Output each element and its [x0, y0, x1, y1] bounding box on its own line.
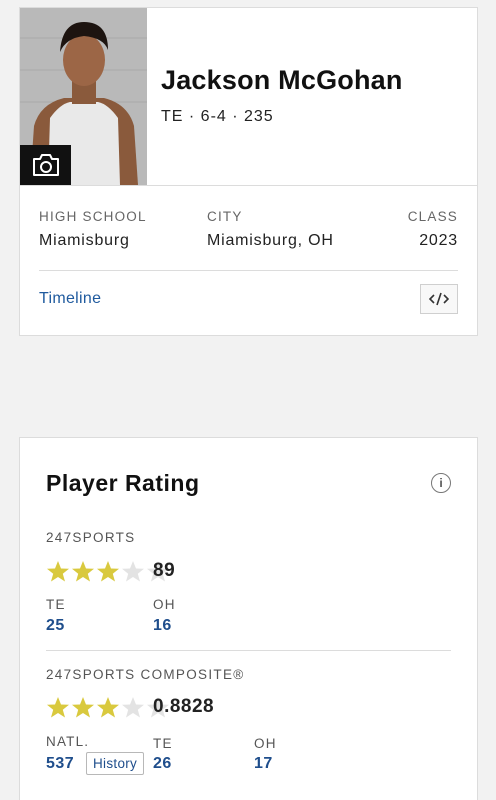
star-filled-icon: [47, 561, 69, 582]
player-position-size: TE · 6-4 · 235: [161, 108, 274, 125]
city-value: Miamisburg, OH: [207, 232, 334, 249]
player-rating-card: Player Rating i 247SPORTS 89 TE 25 OH 16…: [19, 437, 478, 800]
divider: [39, 270, 458, 271]
rating-title: Player Rating: [46, 470, 200, 496]
star-filled-icon: [97, 697, 119, 718]
photo-gallery-button[interactable]: [20, 145, 71, 185]
composite-rank-label: OH: [254, 736, 277, 751]
player-photo: [20, 8, 147, 185]
class-value: 2023: [419, 232, 458, 249]
star-filled-icon: [97, 561, 119, 582]
high-school-value: Miamisburg: [39, 232, 130, 249]
city-info: CITY Miamisburg, OH: [207, 209, 334, 250]
sports247-rank-value[interactable]: 25: [46, 617, 65, 635]
camera-icon: [32, 154, 59, 176]
composite-stars: [46, 696, 170, 718]
sports247-rank-value[interactable]: 16: [153, 617, 172, 635]
high-school-info: HIGH SCHOOL Miamisburg: [39, 209, 147, 250]
class-info: CLASS 2023: [408, 209, 458, 250]
divider: [46, 650, 451, 651]
player-name: Jackson McGohan: [161, 65, 403, 95]
star-empty-icon: [122, 561, 144, 582]
sports247-score: 89: [153, 560, 176, 581]
player-profile-card: Jackson McGohan TE · 6-4 · 235 HIGH SCHO…: [19, 7, 478, 336]
code-embed-icon: [429, 292, 449, 306]
composite-rank-value[interactable]: 17: [254, 755, 273, 773]
history-button[interactable]: History: [86, 752, 145, 775]
composite-rank-value[interactable]: 26: [153, 755, 172, 773]
composite-rank-value[interactable]: 537: [46, 755, 74, 773]
high-school-label: HIGH SCHOOL: [39, 209, 147, 224]
star-filled-icon: [72, 697, 94, 718]
star-filled-icon: [72, 561, 94, 582]
sports247-rank-label: TE: [46, 597, 66, 612]
star-empty-icon: [122, 697, 144, 718]
embed-button[interactable]: [420, 284, 458, 314]
star-filled-icon: [47, 697, 69, 718]
city-label: CITY: [207, 209, 243, 224]
composite-label: 247SPORTS COMPOSITE®: [46, 667, 245, 682]
sports247-rank-label: OH: [153, 597, 176, 612]
sports247-stars: [46, 560, 170, 582]
composite-score: 0.8828: [153, 696, 215, 717]
composite-rank-label: TE: [153, 736, 173, 751]
class-label: CLASS: [407, 209, 458, 224]
info-icon[interactable]: i: [431, 473, 451, 493]
sports247-label: 247SPORTS: [46, 530, 136, 545]
composite-rank-label: NATL.: [46, 734, 90, 749]
divider: [20, 185, 477, 186]
timeline-link[interactable]: Timeline: [39, 290, 101, 308]
